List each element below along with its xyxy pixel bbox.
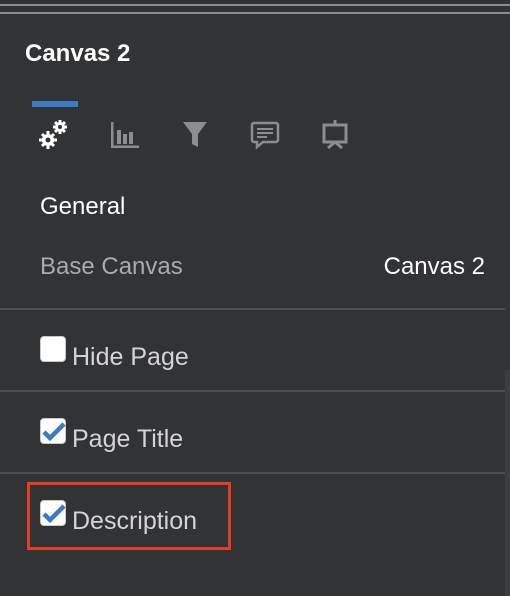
section-title-general: General — [40, 193, 126, 220]
base-canvas-value[interactable]: Canvas 2 — [384, 253, 485, 281]
hide-page-label: Hide Page — [72, 343, 189, 371]
checkmark-icon — [42, 422, 66, 441]
comment-icon[interactable] — [249, 118, 281, 150]
top-divider — [0, 4, 510, 6]
page-title-label: Page Title — [72, 425, 184, 453]
gears-icon[interactable] — [38, 118, 70, 150]
presentation-icon[interactable] — [319, 118, 351, 150]
hide-page-option[interactable]: Hide Page — [40, 336, 189, 372]
filter-icon[interactable] — [179, 118, 211, 150]
divider — [0, 308, 505, 310]
base-canvas-label: Base Canvas — [40, 253, 183, 280]
top-divider — [0, 12, 510, 14]
panel-title: Canvas 2 — [25, 40, 131, 67]
divider — [0, 472, 505, 474]
page-title-option[interactable]: Page Title — [40, 418, 183, 454]
page-title-checkbox[interactable] — [40, 418, 66, 444]
bar-chart-icon[interactable] — [109, 118, 141, 150]
divider — [0, 390, 505, 392]
scrollbar-track[interactable] — [505, 370, 510, 596]
highlight-box — [27, 482, 231, 550]
hide-page-checkbox[interactable] — [40, 336, 66, 362]
active-tab-indicator — [32, 101, 78, 107]
